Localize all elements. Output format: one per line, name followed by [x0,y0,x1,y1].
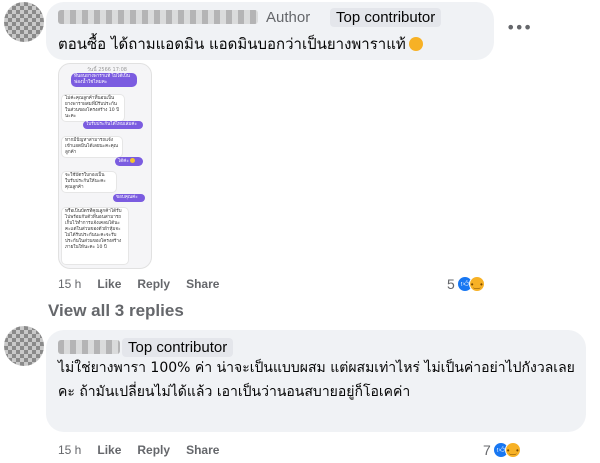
disappointed-emoji-icon [408,37,423,51]
chat-message: ขอบคุณค่ะ [113,194,145,202]
author-badge: Author [266,9,311,26]
redacted-commenter-name[interactable] [58,10,258,24]
redacted-commenter-name[interactable] [58,340,120,354]
reaction-summary[interactable]: 5 👍︎ •‿• [447,276,485,292]
comment-actions: 15 h Like Reply Share [58,443,219,457]
commenter-avatar[interactable] [4,326,44,366]
chat-message: หรือเป็นบัตรที่คุณลูกค้าได้รับไปพร้อมกับ… [61,207,129,265]
share-button[interactable]: Share [186,277,219,291]
top-contributor-badge: Top contributor [122,338,234,357]
reaction-summary[interactable]: 7 👍︎ •‿• [483,442,521,458]
sad-icon: •‿• [468,276,485,292]
like-button[interactable]: Like [97,443,121,457]
comment-text: ตอนซื้อ ได้ถามแอดมิน แอดมินบอกว่าเป็นยาง… [58,32,423,56]
view-all-replies-link[interactable]: View all 3 replies [48,301,184,321]
chat-message: ได้ค่ะ [115,157,143,166]
chat-message: ที่นอนยางพาราแท้ ไม่ได้เป็นฟองน้ำใช่ไหมค… [71,73,137,87]
like-button[interactable]: Like [97,277,121,291]
share-button[interactable]: Share [186,443,219,457]
reply-button[interactable]: Reply [137,443,170,457]
sad-icon: •‿• [504,442,521,458]
chat-message: ไม่ค่ะคุณลูกค้าที่นอนเป็นยางพาราผสมที่มี… [61,94,125,122]
top-contributor-badge: Top contributor [330,8,442,27]
smile-emoji-icon [130,158,136,163]
reaction-count: 7 [483,442,491,458]
more-options-icon[interactable]: ••• [506,20,532,44]
comment-bubble: Top contributor ไม่ใช่ยางพารา 100% ค่า น… [46,330,586,432]
chat-message: จะใช้บัตรใบกองเป็นใบรับประกันให้นะคะคุณล… [61,171,117,193]
attached-chat-screenshot[interactable]: วันนี้ 2566 17:08 ที่นอนยางพาราแท้ ไม่ได… [58,63,152,269]
comment-actions: 15 h Like Reply Share [58,277,219,291]
reaction-count: 5 [447,276,455,292]
reply-button[interactable]: Reply [137,277,170,291]
comment-time[interactable]: 15 h [58,277,81,291]
comment-time[interactable]: 15 h [58,443,81,457]
chat-message: ใบรับประกันได้ไหมเล่มค่ะ [83,121,143,129]
commenter-avatar[interactable] [4,2,44,42]
comment-text: ไม่ใช่ยางพารา 100% ค่า น่าจะเป็นแบบผสม แ… [58,360,575,400]
chat-message: หากมีปัญหาสามารถแจ้งเข้าแอดมินได้เลยนะคะ… [61,136,123,158]
comment-bubble: Author Top contributor ตอนซื้อ ได้ถามแอด… [46,2,494,60]
